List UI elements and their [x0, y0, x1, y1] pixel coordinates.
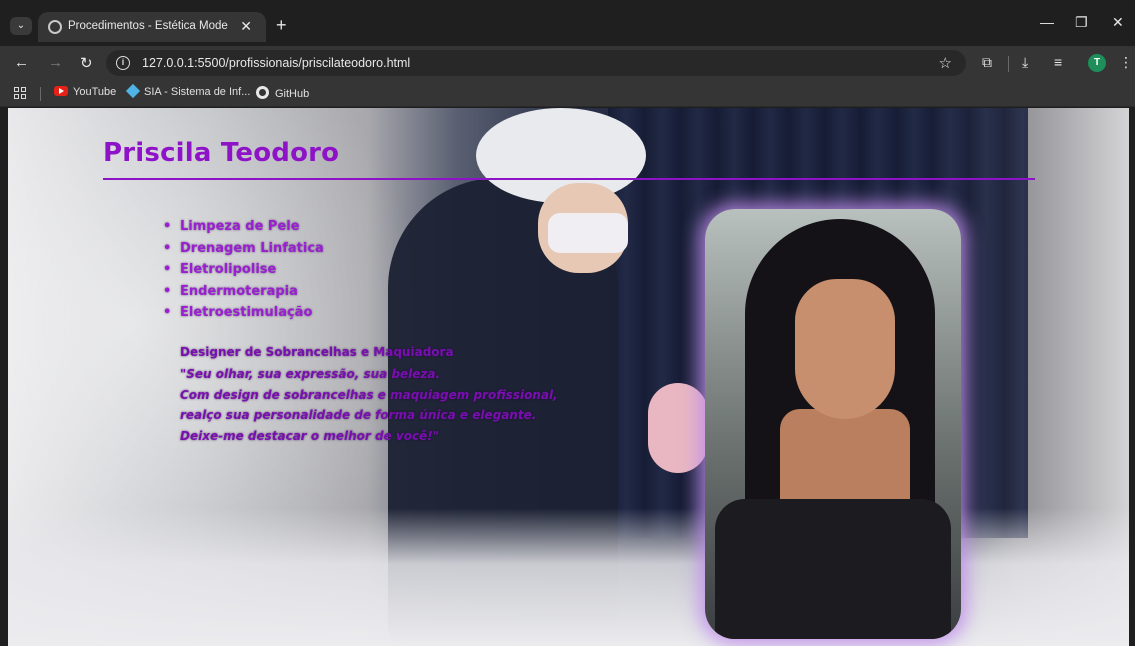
profile-avatar[interactable]: T: [1088, 54, 1106, 72]
bookmark-github[interactable]: GitHub: [256, 86, 309, 100]
bookmark-sia[interactable]: SIA - Sistema de Inf...: [125, 83, 251, 99]
bookmark-youtube[interactable]: YouTube: [54, 86, 116, 98]
role-title: Designer de Sobrancelhas e Maquiadora: [180, 345, 454, 359]
list-item: Eletroestimulação: [163, 302, 324, 324]
quote-block: "Seu olhar, sua expressão, sua beleza. C…: [180, 364, 558, 446]
professional-name: Priscila Teodoro: [103, 138, 340, 168]
reload-button[interactable]: ↻: [80, 54, 93, 72]
globe-icon: [48, 20, 62, 34]
quote-line: Deixe-me destacar o melhor de você!": [180, 428, 439, 443]
minimize-button[interactable]: —: [1040, 14, 1054, 30]
address-bar[interactable]: i 127.0.0.1:5500/profissionais/priscilat…: [106, 50, 966, 76]
list-item: Drenagem Linfatica: [163, 238, 324, 260]
page-viewport: Priscila Teodoro Limpeza de Pele Drenage…: [8, 108, 1129, 646]
close-window-button[interactable]: ✕: [1112, 14, 1124, 31]
bookmarks-divider: [40, 87, 41, 101]
background-glove: [648, 383, 708, 473]
quote-line: Com design de sobrancelhas e maquiagem p…: [180, 387, 558, 402]
sia-icon: [125, 83, 141, 99]
apps-grid-icon[interactable]: [14, 87, 26, 99]
forward-button[interactable]: →: [48, 54, 63, 71]
tab-strip: ⌄ Procedimentos - Estética Mode ✕ + — ❐ …: [0, 0, 1135, 46]
site-info-icon[interactable]: i: [116, 56, 130, 70]
photo-face: [795, 279, 895, 419]
procedures-list: Limpeza de Pele Drenagem Linfatica Eletr…: [163, 216, 324, 324]
bookmark-star-icon[interactable]: ☆: [939, 54, 952, 72]
browser-toolbar: ← → ↻ i 127.0.0.1:5500/profissionais/pri…: [0, 46, 1135, 80]
list-item: Limpeza de Pele: [163, 216, 324, 238]
github-icon: [256, 86, 269, 99]
background-mask: [548, 213, 628, 253]
quote-line: "Seu olhar, sua expressão, sua beleza.: [180, 367, 441, 381]
title-divider: [103, 178, 1035, 180]
bookmark-label: SIA - Sistema de Inf...: [144, 86, 251, 98]
photo-top: [715, 499, 951, 639]
bookmark-label: GitHub: [275, 88, 310, 100]
new-tab-button[interactable]: +: [276, 15, 287, 36]
restore-button[interactable]: ❐: [1075, 14, 1088, 31]
bookmarks-bar: YouTube SIA - Sistema de Inf... GitHub: [0, 80, 1135, 107]
extensions-icon[interactable]: ⧉: [982, 54, 992, 71]
profile-photo: [705, 209, 961, 639]
tab-title: Procedimentos - Estética Mode: [68, 20, 228, 32]
back-button[interactable]: ←: [14, 54, 29, 71]
list-item: Endermoterapia: [163, 281, 324, 303]
tab-search-button[interactable]: ⌄: [10, 17, 32, 35]
reading-list-icon[interactable]: ≡: [1054, 54, 1062, 70]
url-text: 127.0.0.1:5500/profissionais/priscilateo…: [142, 56, 411, 70]
bookmark-label: YouTube: [73, 86, 117, 98]
list-item: Eletrolipolise: [163, 259, 324, 281]
youtube-icon: [54, 86, 68, 96]
download-icon[interactable]: ⤓: [1022, 54, 1028, 71]
quote-line: realço sua personalidade de forma única …: [180, 408, 537, 422]
close-tab-icon[interactable]: ✕: [240, 18, 252, 35]
active-tab[interactable]: Procedimentos - Estética Mode ✕: [38, 12, 266, 42]
menu-kebab-icon[interactable]: ⋮: [1119, 54, 1133, 71]
toolbar-divider: [1008, 56, 1009, 72]
